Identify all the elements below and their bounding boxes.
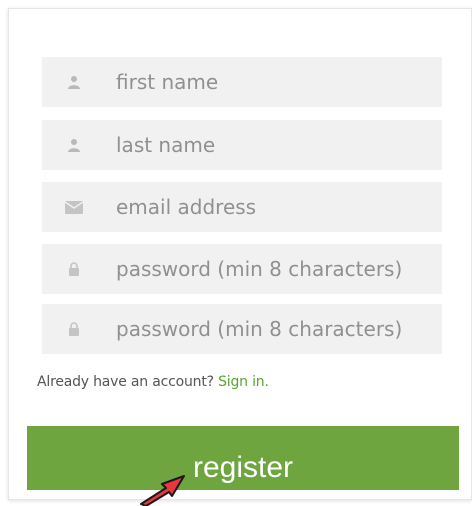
user-icon xyxy=(64,135,84,155)
envelope-icon xyxy=(64,197,84,217)
first-name-field[interactable] xyxy=(42,57,442,107)
last-name-input[interactable] xyxy=(116,133,436,157)
sign-in-link[interactable]: Sign in. xyxy=(218,374,269,390)
password-field[interactable] xyxy=(42,244,442,294)
lock-icon xyxy=(64,259,84,279)
have-account-text: Already have an account? xyxy=(37,374,214,390)
annotation-arrow-icon xyxy=(140,475,185,506)
lock-icon xyxy=(64,319,84,339)
have-account-prompt: Already have an account? Sign in. xyxy=(37,374,269,390)
confirm-password-input[interactable] xyxy=(116,317,436,341)
email-field[interactable] xyxy=(42,182,442,232)
password-input[interactable] xyxy=(116,257,436,281)
user-icon xyxy=(64,72,84,92)
last-name-field[interactable] xyxy=(42,120,442,170)
confirm-password-field[interactable] xyxy=(42,304,442,354)
register-button[interactable]: register xyxy=(27,426,459,490)
first-name-input[interactable] xyxy=(116,70,436,94)
email-input[interactable] xyxy=(116,195,436,219)
